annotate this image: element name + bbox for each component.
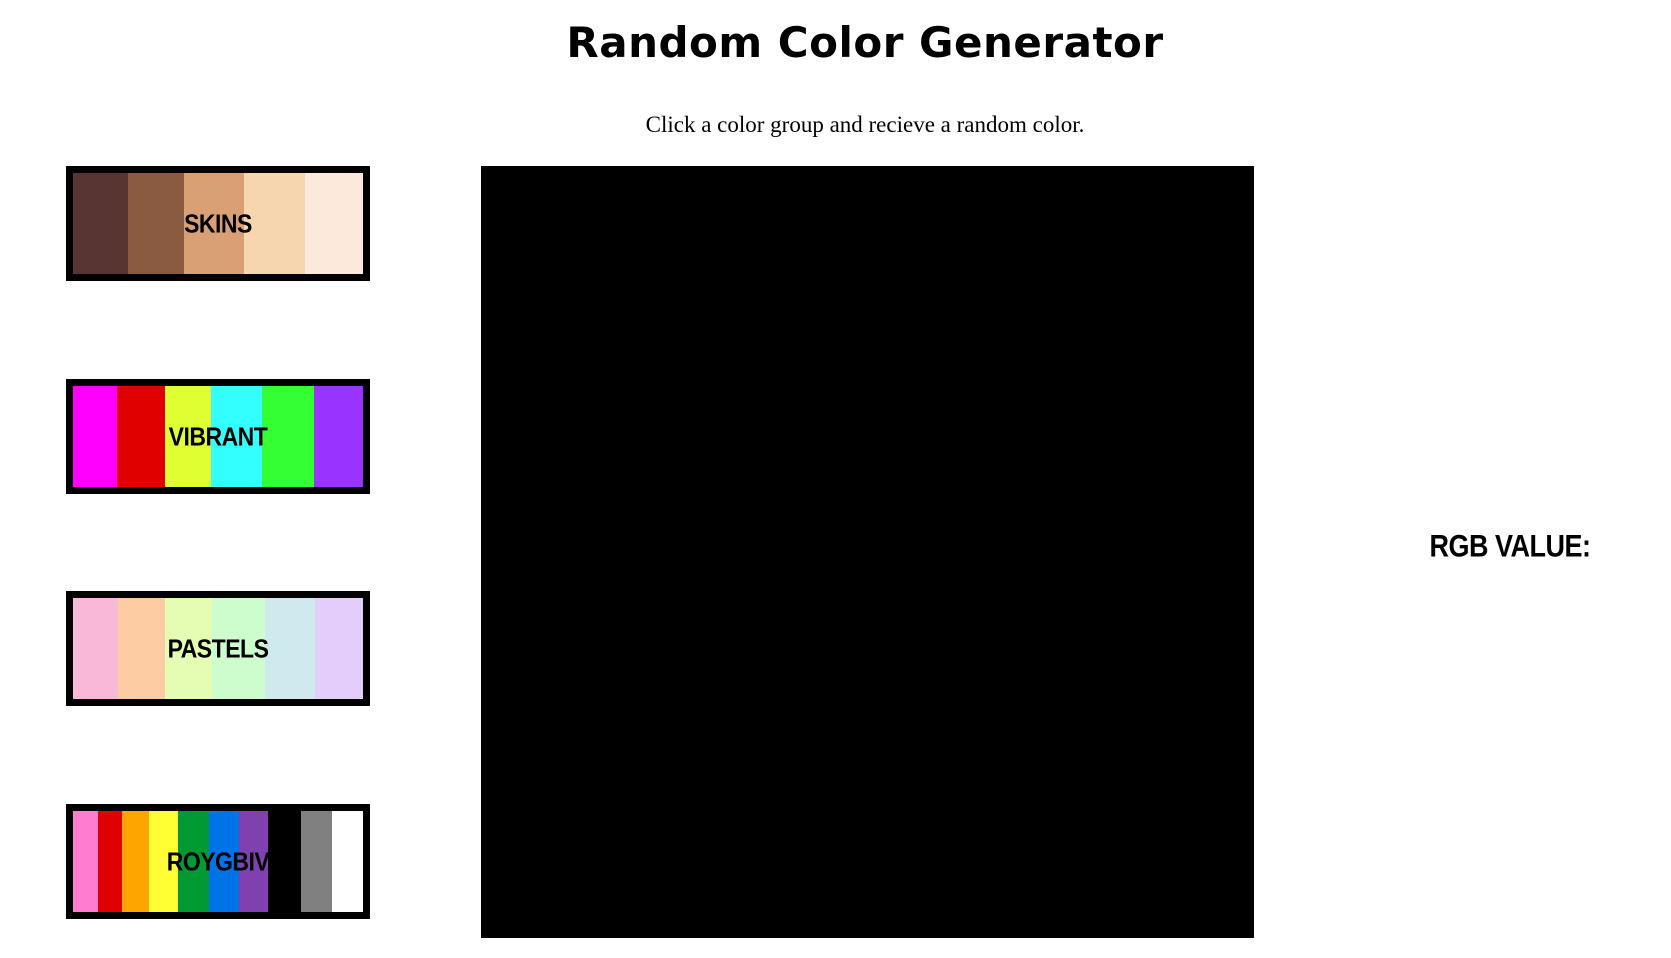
color-stripe — [212, 598, 265, 699]
pastels-color-group-button[interactable]: PASTELS — [66, 591, 370, 706]
color-stripe — [268, 811, 302, 912]
color-stripe — [314, 386, 364, 487]
color-stripe — [211, 386, 262, 487]
roygbiv-stripes — [73, 811, 363, 912]
color-stripe — [128, 173, 184, 274]
color-stripe — [304, 173, 363, 274]
rgb-value-label: RGB VALUE: — [1429, 528, 1592, 564]
color-stripe — [264, 598, 316, 699]
skins-stripes — [73, 173, 363, 274]
color-stripe — [73, 598, 118, 699]
color-stripe — [117, 598, 165, 699]
color-stripe — [164, 598, 213, 699]
color-stripe — [116, 386, 165, 487]
vibrant-stripes — [73, 386, 364, 487]
color-stripe — [164, 386, 212, 487]
page-title: Random Color Generator — [566, 18, 1164, 67]
vibrant-color-group-button[interactable]: VIBRANT — [66, 379, 370, 494]
roygbiv-color-group-button[interactable]: ROYGBIV — [66, 804, 370, 919]
color-stripe — [148, 811, 179, 912]
color-stripe — [183, 173, 244, 274]
color-preview-box — [481, 166, 1254, 938]
color-stripe — [238, 811, 269, 912]
color-stripe — [122, 811, 149, 912]
color-stripe — [315, 598, 364, 699]
color-stripe — [208, 811, 239, 912]
color-stripe — [73, 173, 129, 274]
color-stripe — [331, 811, 363, 912]
color-stripe — [73, 386, 117, 487]
color-stripe — [178, 811, 209, 912]
color-stripe — [261, 386, 315, 487]
page-subtitle: Click a color group and recieve a random… — [645, 112, 1085, 137]
skins-color-group-button[interactable]: SKINS — [66, 166, 370, 281]
color-stripe — [97, 811, 123, 912]
color-stripe — [73, 811, 98, 912]
color-stripe — [243, 173, 305, 274]
pastels-stripes — [73, 598, 364, 699]
color-stripe — [301, 811, 332, 912]
